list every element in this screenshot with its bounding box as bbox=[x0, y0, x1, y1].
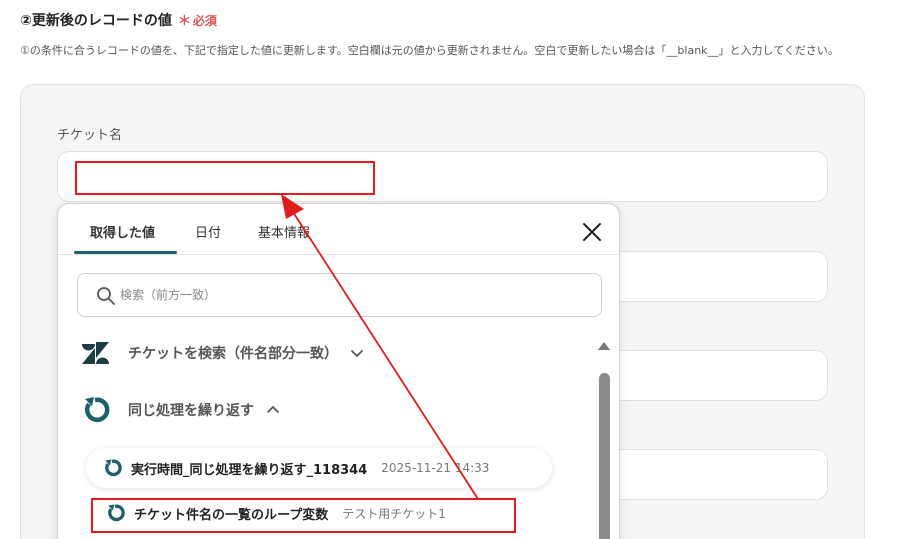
scrollbar-thumb[interactable] bbox=[599, 373, 610, 539]
section-description: ①の条件に合うレコードの値を、下記で指定した値に更新します。空白欄は元の値から更… bbox=[20, 44, 839, 57]
chevron-up-icon bbox=[267, 405, 279, 413]
variable-item-exec-time[interactable]: 実行時間_同じ処理を繰り返す_118344 2025-11-21 14:33 bbox=[86, 448, 552, 488]
tab-basic-info[interactable]: 基本情報 bbox=[258, 222, 310, 241]
picker-tabs: 取得した値 日付 基本情報 bbox=[58, 204, 619, 255]
variable-picker-panel: 取得した値 日付 基本情報 チケットを検索（件名部分一致） bbox=[57, 203, 620, 539]
highlight-box-loop-variable bbox=[91, 498, 516, 533]
section-title: ②更新後のレコードの値 ＊必須 bbox=[20, 10, 217, 30]
search-input[interactable] bbox=[120, 284, 580, 306]
chevron-down-icon bbox=[351, 350, 363, 358]
tab-retrieved-values[interactable]: 取得した値 bbox=[90, 222, 155, 241]
search-box bbox=[77, 273, 602, 317]
active-tab-indicator bbox=[74, 251, 177, 254]
loop-icon bbox=[101, 457, 123, 479]
group-label: チケットを検索（件名部分一致） bbox=[128, 346, 338, 362]
section-title-text: ②更新後のレコードの値 bbox=[20, 13, 172, 29]
variable-value: 2025-11-21 14:33 bbox=[381, 461, 490, 475]
zendesk-logo-icon bbox=[80, 338, 110, 368]
scroll-up-arrow-icon[interactable] bbox=[597, 341, 611, 351]
close-icon[interactable] bbox=[581, 221, 603, 243]
variable-name: 実行時間_同じ処理を繰り返す_118344 bbox=[131, 462, 368, 478]
group-label: 同じ処理を繰り返す bbox=[128, 403, 254, 419]
highlight-box-target-field bbox=[75, 161, 375, 195]
required-label: 必須 bbox=[192, 14, 217, 28]
group-loop[interactable]: 同じ処理を繰り返す bbox=[80, 395, 280, 425]
group-ticket-search[interactable]: チケットを検索（件名部分一致） bbox=[80, 338, 364, 368]
required-asterisk-icon: ＊ bbox=[177, 14, 191, 29]
tab-date[interactable]: 日付 bbox=[195, 222, 221, 241]
loop-icon bbox=[80, 395, 110, 425]
search-icon bbox=[97, 287, 115, 305]
ticket-name-label: チケット名 bbox=[57, 128, 123, 143]
